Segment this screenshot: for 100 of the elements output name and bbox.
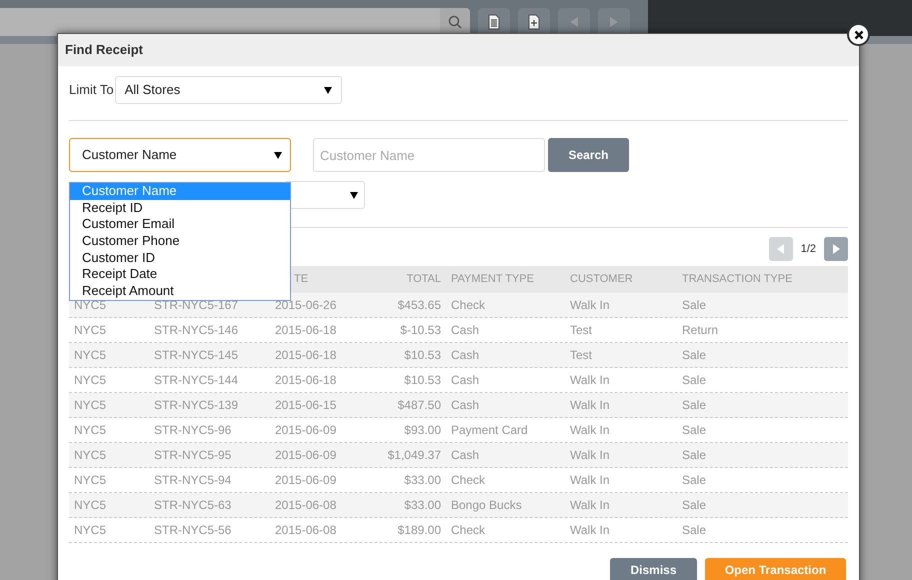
table-cell: Sale [682, 523, 706, 537]
table-cell: Sale [682, 498, 706, 512]
store-select[interactable]: All Stores [114, 76, 342, 104]
column-header: TOTAL [406, 273, 441, 286]
table-cell: $1,049.37 [388, 448, 441, 462]
table-cell: Walk In [570, 373, 610, 387]
table-cell: 2015-06-09 [275, 423, 336, 437]
table-cell: $10.53 [404, 373, 441, 387]
dropdown-option[interactable]: Receipt Amount [70, 283, 290, 300]
table-cell: STR-NYC5-63 [154, 498, 232, 512]
table-cell: Check [451, 523, 486, 537]
column-header: TRANSACTION TYPE [682, 273, 792, 286]
table-cell: STR-NYC5-139 [154, 398, 238, 412]
limit-label: Limit To [69, 81, 114, 100]
dropdown-option[interactable]: Customer ID [70, 250, 290, 266]
table-cell: STR-NYC5-146 [154, 323, 238, 337]
dropdown-option[interactable]: Customer Phone [70, 233, 290, 250]
table-cell: $-10.53 [400, 323, 441, 337]
column-header: CUSTOMER [570, 273, 633, 286]
table-cell: 2015-06-09 [275, 448, 336, 462]
column-header: TE [294, 273, 308, 286]
table-cell: 2015-06-08 [275, 498, 336, 512]
search-button[interactable]: Search [548, 138, 629, 172]
table-cell: NYC5 [74, 373, 106, 387]
table-cell: $453.65 [398, 298, 441, 312]
left-arrow-icon [777, 244, 784, 254]
table-cell: NYC5 [74, 498, 106, 512]
table-cell: Walk In [570, 298, 610, 312]
search-type-select[interactable]: Customer Name [69, 138, 291, 172]
document-icon[interactable] [528, 14, 540, 30]
dismiss-button[interactable]: Dismiss [610, 558, 697, 580]
table-cell: 2015-06-08 [275, 523, 336, 537]
table-cell: Sale [682, 348, 706, 362]
table-cell: Walk In [570, 423, 610, 437]
caret-icon [350, 192, 358, 198]
table-cell: 2015-06-26 [275, 298, 336, 312]
table-cell: 2015-06-18 [275, 373, 336, 387]
table-cell: NYC5 [74, 323, 106, 337]
search-icon [448, 15, 462, 29]
table-cell: NYC5 [74, 448, 106, 462]
table-cell: Check [451, 298, 486, 312]
dropdown-option[interactable]: Receipt Date [70, 266, 290, 284]
table-cell: Cash [451, 348, 480, 362]
table-cell: NYC5 [74, 348, 106, 362]
table-cell: Bongo Bucks [451, 498, 522, 512]
table-cell: $33.00 [404, 498, 441, 512]
table-cell: STR-NYC5-95 [154, 448, 232, 462]
table-cell: $487.50 [398, 398, 441, 412]
table-cell: Sale [682, 298, 706, 312]
column-header: PAYMENT TYPE [451, 273, 534, 286]
table-cell: $189.00 [398, 523, 441, 537]
dialog-title: Find Receipt [65, 41, 144, 60]
next-page-button[interactable] [824, 237, 848, 261]
table-cell: $10.53 [404, 348, 441, 362]
caret-icon [324, 86, 332, 94]
table-cell: STR-NYC5-96 [154, 423, 232, 437]
caret-icon [274, 152, 282, 158]
dropdown-option[interactable]: Receipt ID [70, 200, 290, 216]
table-cell: NYC5 [74, 298, 106, 312]
document-icon[interactable] [488, 14, 500, 30]
close-icon [854, 30, 864, 40]
table-cell: Walk In [570, 448, 610, 462]
table-cell: Sale [682, 373, 706, 387]
table-cell: Check [451, 473, 486, 487]
table-cell: STR-NYC5-145 [154, 348, 238, 362]
table-cell: Walk In [570, 473, 610, 487]
table-cell: Walk In [570, 523, 610, 537]
table-cell: Sale [682, 398, 706, 412]
table-cell: STR-NYC5-94 [154, 473, 232, 487]
table-cell: Test [570, 348, 592, 362]
right-arrow-icon [832, 244, 840, 254]
table-cell: Payment Card [451, 423, 528, 437]
table-cell: 2015-06-15 [275, 398, 336, 412]
table-cell: $93.00 [404, 423, 441, 437]
search-field[interactable]: Customer Name [313, 138, 545, 172]
table-cell: Cash [451, 373, 480, 387]
search-bar[interactable] [0, 8, 440, 36]
table-cell: Cash [451, 448, 480, 462]
table-cell: 2015-06-09 [275, 473, 336, 487]
table-cell: 2015-06-18 [275, 348, 336, 362]
table-cell: Walk In [570, 398, 610, 412]
table-cell: Sale [682, 423, 706, 437]
table-cell: Cash [451, 323, 480, 337]
table-cell: STR-NYC5-167 [154, 298, 238, 312]
table-cell: STR-NYC5-144 [154, 373, 238, 387]
page-indicator: 1/2 [800, 242, 816, 257]
table-cell: Return [682, 323, 718, 337]
table-cell: Test [570, 323, 592, 337]
table-cell: $33.00 [404, 473, 441, 487]
table-cell: Walk In [570, 498, 610, 512]
table-cell: Sale [682, 473, 706, 487]
dropdown-option[interactable]: Customer Email [70, 216, 290, 234]
table-cell: NYC5 [74, 473, 106, 487]
table-cell: 2015-06-18 [275, 323, 336, 337]
table-cell: NYC5 [74, 523, 106, 537]
table-cell: Cash [451, 398, 480, 412]
table-cell: STR-NYC5-56 [154, 523, 232, 537]
table-cell: Sale [682, 448, 706, 462]
table-cell: NYC5 [74, 423, 106, 437]
table-cell: NYC5 [74, 398, 106, 412]
